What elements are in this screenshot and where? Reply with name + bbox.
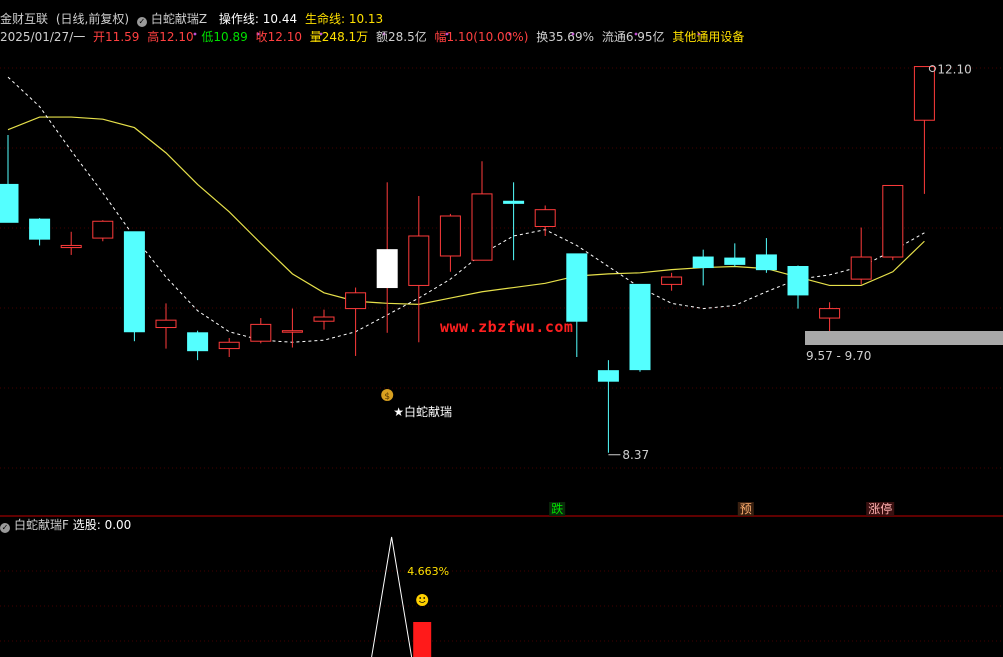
close-label: 收12.10 — [255, 30, 302, 44]
candle-body — [534, 209, 556, 228]
high-price-label: 12.10 — [937, 63, 971, 77]
smile-icon-eye — [419, 597, 422, 599]
flag-limit-up: 涨停 — [868, 501, 892, 516]
range-label: 9.57 - 9.70 — [806, 349, 871, 363]
check-icon: ✓ — [0, 523, 10, 533]
sub-indicator-toggle[interactable]: ✓ 白蛇献瑞F — [0, 518, 69, 533]
main-header: 金财互联 (日线,前复权) ✓ 白蛇献瑞Z 操作线: 10.44 生命线: 10.… — [0, 10, 387, 28]
low-label: 低10.89 — [201, 30, 248, 44]
turnover-label: 换35.69% — [536, 30, 594, 44]
signal-label: ★白蛇献瑞 — [393, 404, 452, 419]
operation-line-label: 操作线: 10.44 — [218, 12, 298, 26]
candle-body — [597, 370, 619, 382]
high-label: 高12.10 — [147, 30, 194, 44]
candle-body — [629, 283, 651, 371]
candle-body — [281, 330, 303, 333]
range-band — [805, 331, 1003, 345]
candle-body — [471, 193, 493, 261]
life-line — [7, 116, 925, 305]
flag-predict: 预 — [740, 502, 752, 516]
watermark: www.zbzfwu.com — [440, 318, 574, 336]
candle-body — [187, 332, 209, 352]
change-label: 幅1.10(10.00%) — [434, 30, 529, 44]
candle-body — [376, 249, 398, 289]
candle-body — [724, 257, 746, 265]
quote-header: 2025/01/27/一 开11.59 高12.10 低10.89 收12.10… — [0, 28, 748, 46]
select-label: 选股: 0.00 — [72, 518, 132, 532]
candle-body — [661, 276, 683, 285]
candle-body — [566, 253, 588, 322]
flag-down: 跌 — [551, 501, 563, 516]
indicator-name: 白蛇献瑞Z — [150, 12, 208, 26]
app-name[interactable]: 金财互联 — [0, 12, 48, 26]
candle-body — [913, 66, 935, 121]
volume-label: 量248.1万 — [309, 30, 369, 44]
sub-triangle — [371, 536, 413, 657]
candle-body — [882, 184, 904, 258]
candle-body — [92, 220, 114, 239]
candle-body — [439, 215, 461, 257]
sub-bar — [413, 622, 432, 657]
sub-percent-label: 4.663% — [407, 565, 449, 578]
candle-body — [850, 256, 872, 280]
low-price-label: 8.37 — [622, 448, 649, 462]
candle-body — [123, 231, 145, 333]
candle-body — [218, 341, 240, 350]
open-label: 开11.59 — [93, 30, 140, 44]
life-line-label: 生命线: 10.13 — [304, 12, 384, 26]
candle-body — [29, 218, 51, 240]
check-icon: ✓ — [136, 17, 147, 27]
smile-icon-eye — [423, 597, 426, 599]
candle-body — [755, 254, 777, 271]
candle-body — [0, 183, 19, 223]
sub-indicator-name: 白蛇献瑞F — [14, 518, 69, 532]
candle-body — [819, 308, 841, 319]
operation-line — [7, 76, 925, 343]
candle-body — [787, 266, 809, 296]
money-bag-glyph: $ — [384, 392, 390, 402]
candle-body — [250, 323, 272, 342]
candle-body — [60, 244, 82, 249]
candle-body — [692, 256, 714, 269]
candle-body — [408, 235, 430, 286]
period-label[interactable]: (日线,前复权) — [56, 12, 129, 26]
float-label: 流通6.95亿 — [601, 30, 665, 44]
candle-body — [313, 316, 335, 322]
date-label: 2025/01/27/一 — [0, 30, 86, 44]
candle-body — [155, 319, 177, 329]
sector-label[interactable]: 其他通用设备 — [672, 30, 744, 44]
indicator-toggle[interactable]: ✓ 白蛇献瑞Z — [136, 12, 211, 27]
amount-label: 额28.5亿 — [375, 30, 427, 44]
sub-header: ✓ 白蛇献瑞F 选股: 0.00 — [0, 517, 131, 533]
candle-body — [345, 292, 367, 310]
candle-body — [503, 200, 525, 204]
smile-icon — [416, 594, 429, 606]
